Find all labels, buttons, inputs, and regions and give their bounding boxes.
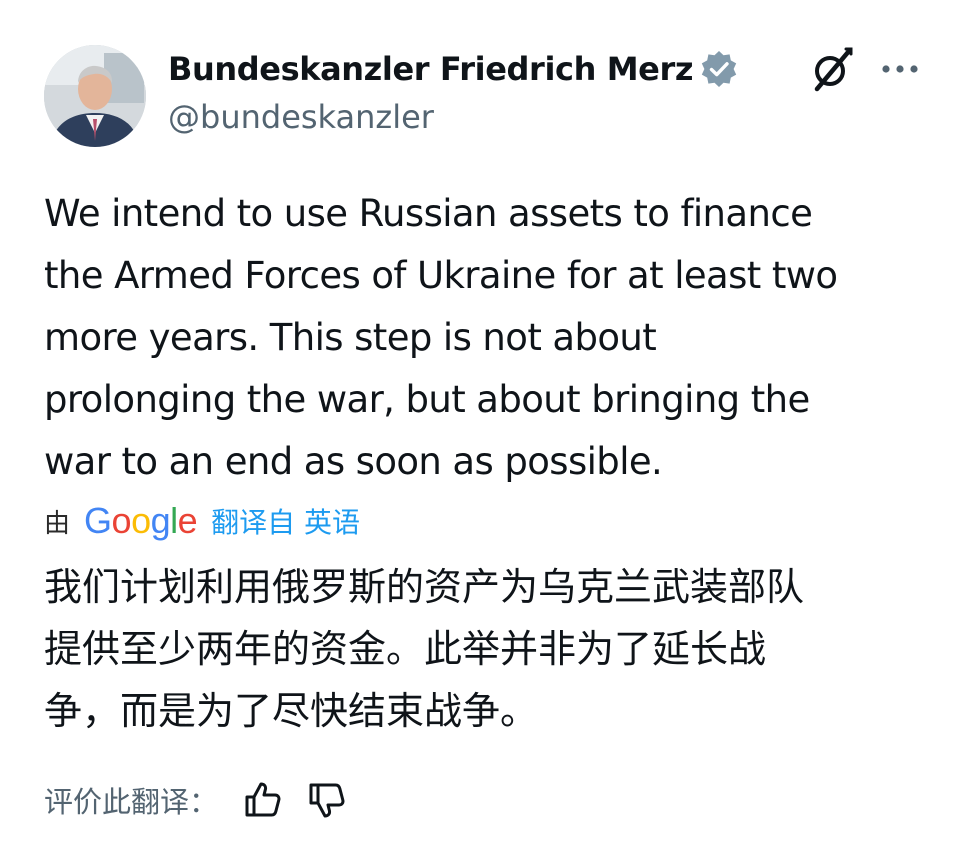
thumbs-down-icon[interactable] (306, 779, 348, 821)
author-handle[interactable]: @bundeskanzler (168, 98, 434, 136)
avatar-image (44, 45, 146, 147)
author-display-name[interactable]: Bundeskanzler Friedrich Merz (168, 50, 693, 88)
thumbs-up-icon[interactable] (242, 779, 284, 821)
tweet-text: We intend to use Russian assets to finan… (44, 183, 924, 493)
more-horizontal-icon[interactable] (878, 54, 922, 84)
translated-from-link[interactable]: 翻译自 英语 (211, 501, 360, 541)
translation-attribution: 由 Google 翻译自 英语 (44, 498, 360, 544)
rate-translation-label: 评价此翻译： (44, 785, 219, 819)
tweet-text-line: more years. This step is not about (44, 316, 657, 359)
rate-translation-row: 评价此翻译： (44, 775, 370, 825)
grok-icon[interactable] (805, 44, 857, 96)
translated-text: 我们计划利用俄罗斯的资产为乌克兰武装部队 提供至少两年的资金。此举并非为了延长战… (44, 556, 924, 742)
tweet-text-line: We intend to use Russian assets to finan… (44, 192, 813, 235)
avatar[interactable] (44, 45, 146, 147)
tweet-text-line: war to an end as soon as possible. (44, 440, 663, 483)
translated-text-line: 我们计划利用俄罗斯的资产为乌克兰武装部队 (44, 565, 805, 609)
translated-text-line: 提供至少两年的资金。此举并非为了延长战 (44, 627, 767, 671)
author-name-row: Bundeskanzler Friedrich Merz (168, 44, 739, 94)
google-logo: Google (84, 500, 198, 541)
tweet-text-line: the Armed Forces of Ukraine for at least… (44, 254, 838, 297)
translated-by-label: 由 (44, 508, 71, 539)
verified-badge-icon[interactable] (699, 49, 739, 89)
translated-text-line: 争，而是为了尽快结束战争。 (44, 689, 539, 733)
tweet-text-line: prolonging the war, but about bringing t… (44, 378, 810, 421)
